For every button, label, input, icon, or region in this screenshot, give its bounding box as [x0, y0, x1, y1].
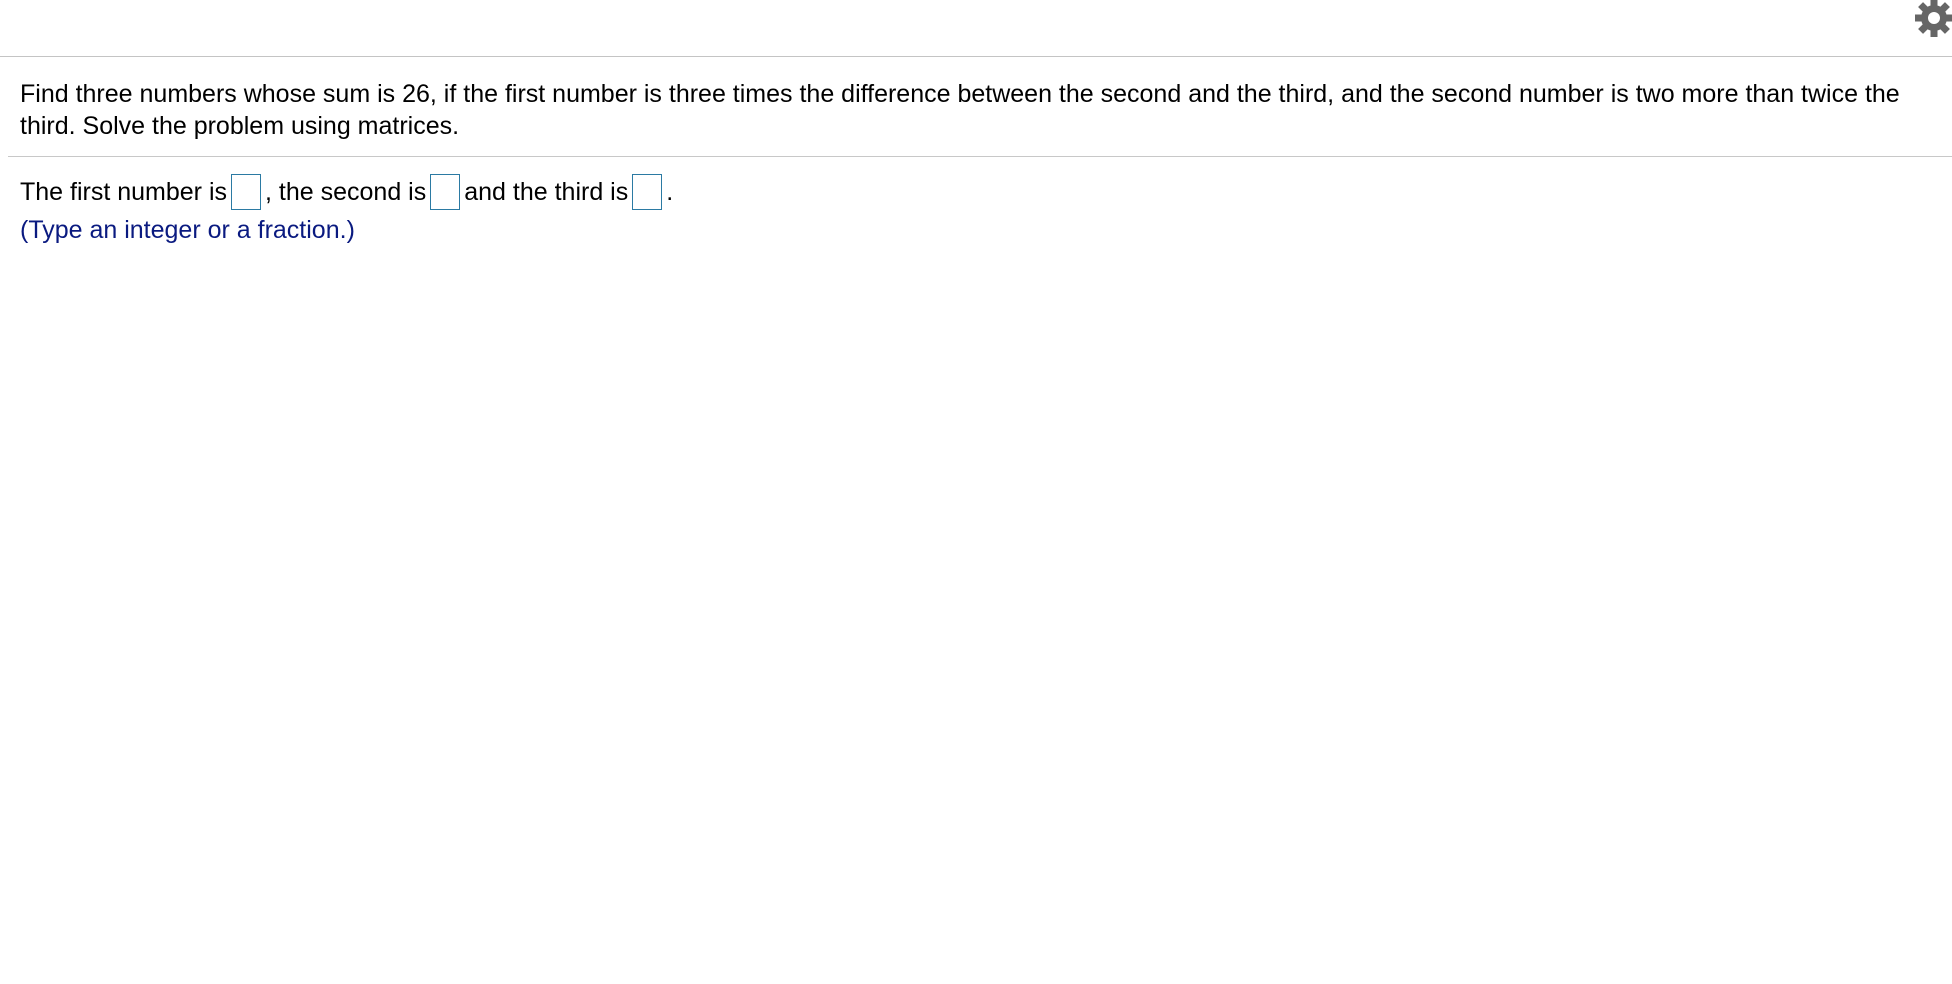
second-number-input[interactable] — [430, 174, 461, 210]
answer-period: . — [666, 178, 674, 206]
first-number-label: The first number is — [20, 178, 228, 206]
first-number-input[interactable] — [231, 174, 262, 210]
top-toolbar — [0, 0, 1952, 57]
answer-line: The first number is , the second is and … — [20, 172, 673, 212]
second-number-label: , the second is — [265, 178, 427, 206]
third-number-input[interactable] — [632, 174, 663, 210]
question-text: Find three numbers whose sum is 26, if t… — [20, 80, 1900, 140]
answer-hint: (Type an integer or a fraction.) — [20, 216, 355, 244]
gear-icon[interactable] — [1912, 0, 1952, 40]
section-divider — [8, 156, 1952, 157]
third-number-label: and the third is — [464, 178, 629, 206]
